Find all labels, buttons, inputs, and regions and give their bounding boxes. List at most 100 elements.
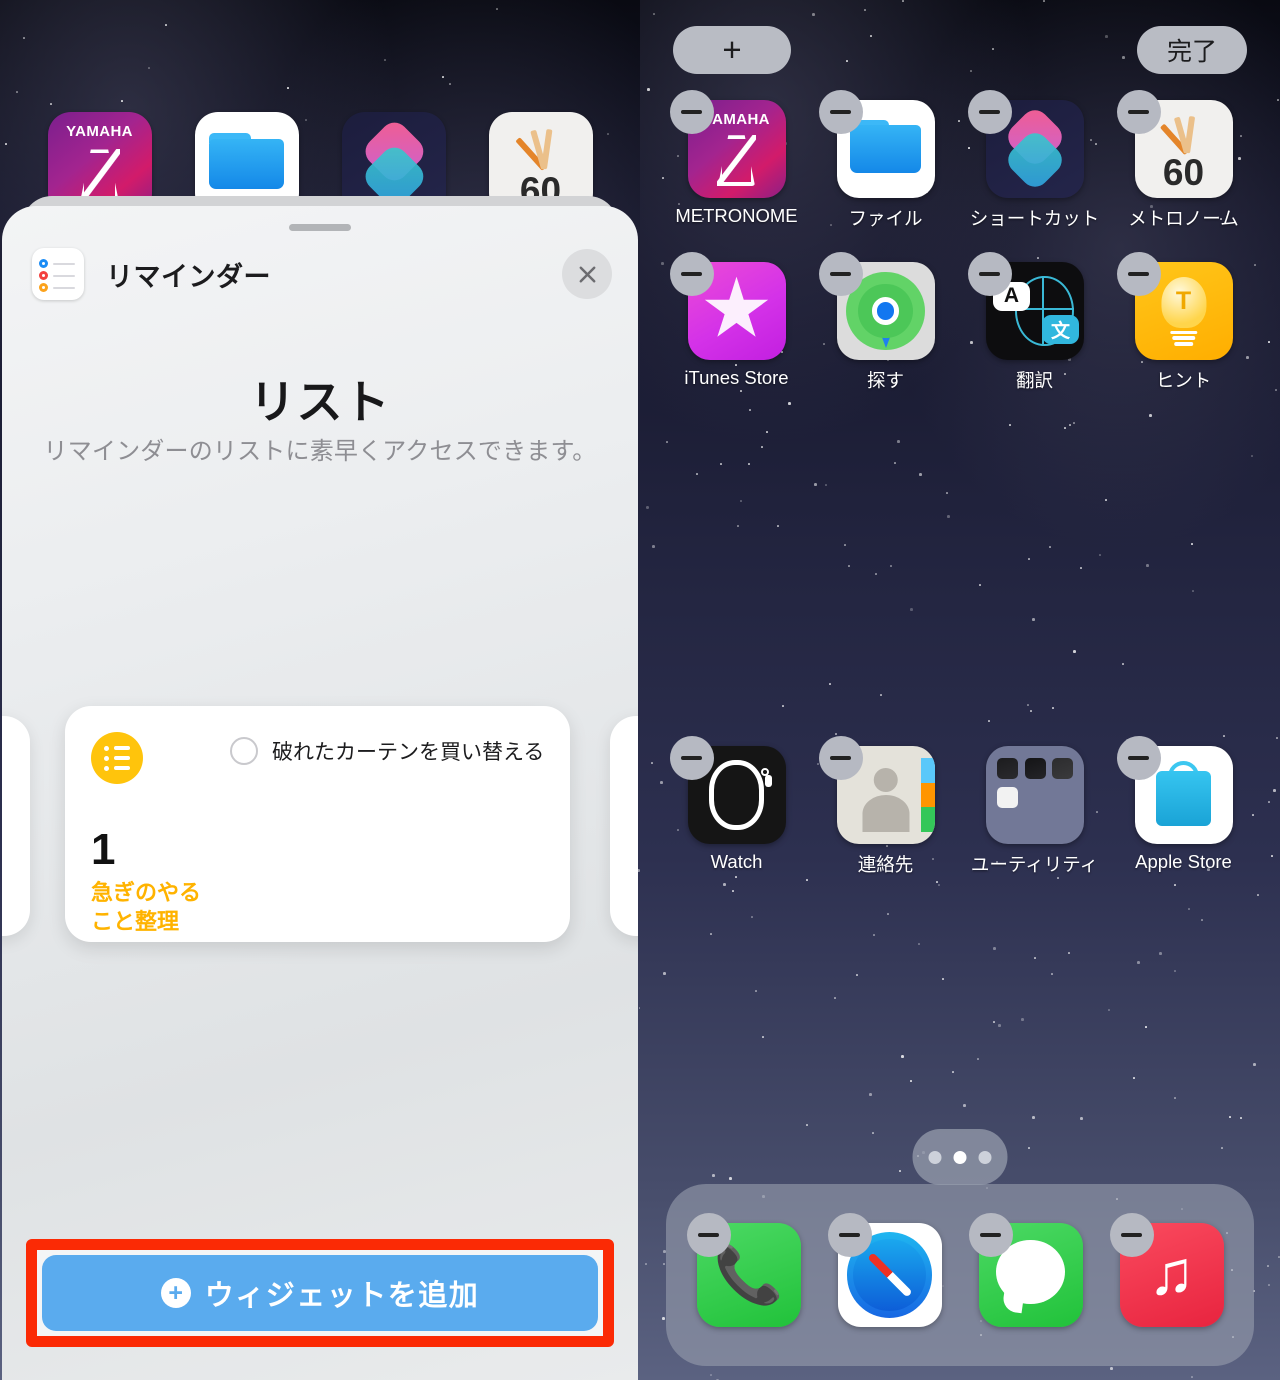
- add-widget-button[interactable]: + ウィジェットを追加: [42, 1255, 598, 1331]
- minus-badge-icon[interactable]: [967, 252, 1012, 296]
- add-widget-plus-button[interactable]: +: [673, 26, 791, 74]
- minus-badge-icon[interactable]: [1116, 736, 1161, 780]
- bulb-base-3: [1173, 342, 1194, 346]
- minus-badge-icon[interactable]: [967, 90, 1012, 134]
- bulb-base-2: [1171, 336, 1196, 340]
- dock-cell-messages[interactable]: [968, 1213, 1083, 1327]
- contact-head-shape: [873, 767, 898, 793]
- mini-icon-compass: [1024, 757, 1046, 779]
- widget-task-text: 破れたカーテンを買い替える: [272, 741, 545, 764]
- minus-badge-icon[interactable]: [669, 252, 714, 296]
- app-name-label: リマインダー: [106, 261, 271, 292]
- app-label: 探す: [866, 370, 904, 391]
- app-label: Watch: [710, 851, 763, 872]
- app-cell-contacts[interactable]: 連絡先: [818, 736, 943, 904]
- app-cell-watch[interactable]: Watch: [669, 736, 794, 904]
- widget-task-row: 破れたカーテンを買い替える: [230, 736, 552, 766]
- widget-picker-sheet: リマインダー リスト リマインダーのリストに素早くアクセスできます。 破れたカー…: [2, 206, 638, 1380]
- app-label: Apple Store: [1135, 851, 1232, 872]
- dock-cell-safari[interactable]: [827, 1213, 942, 1327]
- edit-mode-toolbar: + 完了: [640, 26, 1280, 74]
- app-cell-metronome[interactable]: 60 メトロノーム: [1116, 90, 1241, 258]
- minus-badge-icon[interactable]: [1116, 90, 1161, 134]
- shopping-bag-shape: [1156, 771, 1211, 827]
- app-cell-itunes-store[interactable]: iTunes Store: [669, 252, 794, 420]
- watch-body-shape: [709, 759, 764, 831]
- widget-list-name-line1: 急ぎのやる: [91, 880, 202, 905]
- app-label: ヒント: [1155, 370, 1212, 391]
- sheet-grabber-handle[interactable]: [289, 224, 351, 231]
- minus-badge-icon[interactable]: [818, 90, 863, 134]
- reminders-list-icon: [91, 732, 143, 784]
- radar-center-blue: [876, 302, 895, 320]
- minus-badge-icon[interactable]: [1109, 1213, 1154, 1257]
- yamaha-brand-text: YAMAHA: [66, 123, 133, 141]
- app-label: ユーティリティ: [970, 854, 1099, 875]
- minus-badge-icon[interactable]: [669, 90, 714, 134]
- dock-cell-music[interactable]: ♫: [1109, 1213, 1224, 1327]
- dock-cell-phone[interactable]: 📞: [686, 1213, 801, 1327]
- app-cell-files[interactable]: ファイル: [818, 90, 943, 258]
- widget-list-name: 急ぎのやる こと整理: [91, 878, 201, 936]
- close-icon: [579, 266, 595, 282]
- app-cell-translate[interactable]: A 文 翻訳: [967, 252, 1092, 420]
- app-label: ショートカット: [969, 208, 1100, 229]
- home-page-indicator[interactable]: [912, 1129, 1008, 1185]
- home-page-dot-1[interactable]: [928, 1150, 942, 1164]
- list-icon-line-3: [104, 765, 130, 771]
- sheet-header: リマインダー: [32, 244, 612, 304]
- watch-crown-shape: [764, 775, 772, 788]
- minus-badge-icon[interactable]: [968, 1213, 1013, 1257]
- right-panel-home-screen-edit: + 完了 YAMAHA METRONOME ファイル ショートカット 60 メト…: [640, 0, 1280, 1380]
- app-label: 翻訳: [1015, 370, 1053, 391]
- metronome-tick-3: [1183, 115, 1195, 154]
- widget-preview-card[interactable]: 破れたカーテンを買い替える 1 急ぎのやる こと整理: [65, 706, 570, 942]
- minus-badge-icon[interactable]: [818, 736, 863, 780]
- minus-badge-icon[interactable]: [818, 252, 863, 296]
- mini-icon-measure: [1052, 757, 1074, 779]
- metronome-needle-shape: [716, 135, 757, 187]
- app-cell-metronome-yamaha[interactable]: YAMAHA METRONOME: [669, 90, 798, 258]
- minus-badge-icon[interactable]: [1116, 252, 1161, 296]
- unchecked-circle-icon[interactable]: [230, 737, 258, 765]
- metronome-tick-3: [540, 128, 552, 169]
- split-screenshot: YAMAHA 60 リマインダー リスト リマインダーのリストに素早くアクセスで…: [0, 0, 1280, 1380]
- reminders-dot-blue: [39, 259, 48, 268]
- widget-preview-prev[interactable]: [2, 716, 30, 936]
- home-page-dot-3[interactable]: [978, 1150, 992, 1164]
- folder-body-shape: [850, 125, 921, 173]
- list-icon-line-1: [104, 745, 130, 751]
- app-cell-apple-store[interactable]: Apple Store: [1116, 736, 1241, 904]
- plus-circle-icon: +: [160, 1278, 191, 1308]
- metronome-bpm-text: 60: [1162, 152, 1205, 194]
- app-label: METRONOME: [675, 205, 798, 226]
- minus-badge-icon[interactable]: [686, 1213, 731, 1257]
- home-row-2: iTunes Store 探す A 文 翻訳 T ヒント: [640, 252, 1280, 420]
- widget-preview-next[interactable]: [610, 716, 638, 936]
- contacts-tabs: [920, 757, 935, 833]
- reminders-row-3: [39, 283, 75, 292]
- home-row-3: Watch 連絡先 ユーティリティ Apple Store: [640, 736, 1280, 904]
- minus-badge-icon[interactable]: [669, 736, 714, 780]
- add-widget-label: ウィジェットを追加: [204, 1280, 480, 1312]
- widget-list-name-line2: こと整理: [91, 909, 180, 935]
- star-shape: [704, 276, 769, 337]
- app-cell-find-my[interactable]: 探す: [818, 252, 943, 420]
- app-cell-utilities-folder[interactable]: ユーティリティ: [971, 746, 1098, 904]
- music-note-glyph: ♫: [1148, 1238, 1195, 1308]
- minus-badge-icon[interactable]: [827, 1213, 872, 1257]
- widget-count: 1: [91, 825, 116, 874]
- widget-carousel[interactable]: 破れたカーテンを買い替える 1 急ぎのやる こと整理: [2, 706, 638, 946]
- watch-crown-dot: [760, 767, 769, 776]
- done-button[interactable]: 完了: [1137, 26, 1247, 74]
- reminders-dot-orange: [39, 283, 48, 292]
- close-button[interactable]: [562, 249, 612, 299]
- utilities-folder-icon: [985, 746, 1084, 844]
- app-label: 連絡先: [857, 854, 914, 875]
- home-page-dot-2-active[interactable]: [953, 1150, 967, 1164]
- speech-bubble-cjk: 文: [1042, 314, 1079, 345]
- mini-icon-calculator: [997, 787, 1019, 809]
- app-cell-tips[interactable]: T ヒント: [1116, 252, 1241, 420]
- contact-torso-shape: [861, 795, 910, 833]
- app-cell-shortcuts[interactable]: ショートカット: [967, 90, 1099, 258]
